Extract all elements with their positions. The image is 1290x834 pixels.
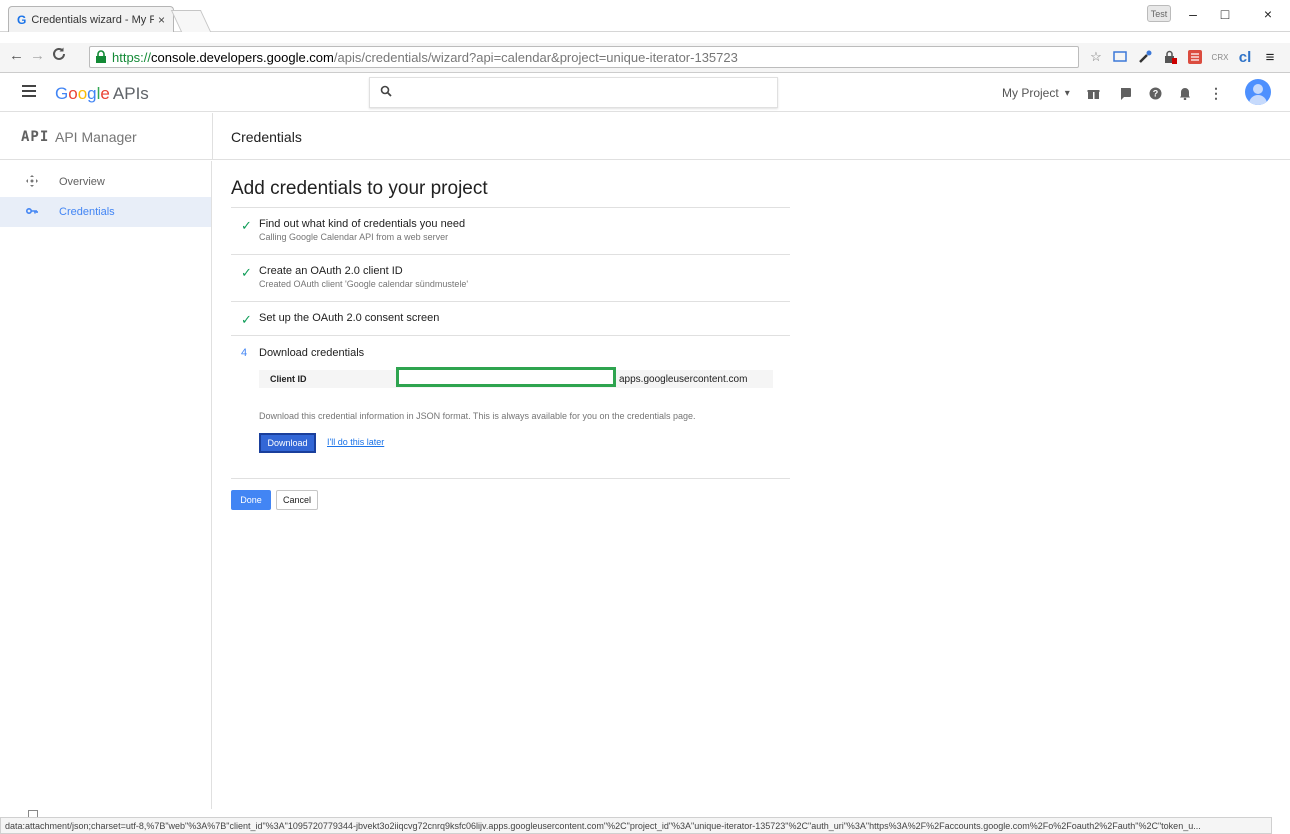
step-number: 4 (241, 347, 248, 359)
step-title: Create an OAuth 2.0 client ID (259, 265, 403, 277)
browser-titlebar: G Credentials wizard - My P × Test – □ × (0, 0, 1290, 32)
key-icon (25, 206, 39, 218)
notifications-icon[interactable] (1177, 85, 1193, 101)
extension-lock-icon[interactable] (1160, 47, 1180, 67)
reload-icon[interactable] (51, 46, 67, 66)
step-title: Find out what kind of credentials you ne… (259, 218, 466, 230)
sub-header: API API Manager Credentials (0, 113, 1290, 160)
chevron-down-icon: ▾ (1064, 87, 1070, 99)
help-icon[interactable]: ? (1147, 85, 1163, 101)
browser-toolbar: ← → https://console.developers.google.co… (0, 43, 1290, 73)
done-button[interactable]: Done (231, 490, 271, 510)
svg-text:?: ? (1152, 88, 1158, 98)
project-selector[interactable]: My Project ▾ (1002, 86, 1070, 100)
forward-arrow-icon[interactable]: → (30, 47, 45, 64)
gift-icon[interactable] (1085, 85, 1101, 101)
checkmark-icon: ✓ (241, 265, 252, 280)
google-apis-logo[interactable]: Google APIs (55, 84, 149, 104)
url-host: console.developers.google.com (151, 49, 334, 65)
step-title: Download credentials (259, 347, 365, 359)
sidebar-item-label: Overview (59, 176, 105, 188)
client-id-label: Client ID (270, 374, 307, 384)
search-input[interactable] (400, 85, 777, 100)
sidebar-item-label: Credentials (59, 206, 115, 218)
url-path: /apis/credentials/wizard?api=calendar&pr… (333, 49, 738, 65)
extension-crx-icon[interactable]: CRX (1210, 47, 1230, 67)
step-subtitle: Created OAuth client 'Google calendar sü… (259, 279, 469, 289)
url-scheme: https:// (112, 49, 152, 65)
minimize-button[interactable]: – (1178, 6, 1208, 22)
client-id-suffix: apps.googleusercontent.com (619, 373, 748, 385)
checkmark-icon: ✓ (241, 312, 252, 327)
address-bar[interactable]: https://console.developers.google.com/ap… (89, 46, 1079, 68)
extension-screen-icon[interactable] (1110, 47, 1130, 67)
browser-tab[interactable]: G Credentials wizard - My P × (8, 6, 174, 32)
main-menu-icon[interactable] (22, 85, 36, 99)
sidebar-item-overview[interactable]: Overview (0, 167, 211, 197)
close-window-button[interactable]: × (1253, 6, 1283, 22)
api-manager-title: API Manager (55, 129, 137, 145)
extension-cd-icon[interactable]: cl (1235, 47, 1255, 67)
divider (231, 478, 790, 479)
wizard-step-2[interactable]: ✓ Create an OAuth 2.0 client ID Created … (231, 254, 790, 301)
wizard-step-4: 4 Download credentials (231, 335, 790, 478)
search-icon (380, 85, 392, 100)
client-id-highlight[interactable] (396, 367, 616, 387)
avatar[interactable] (1245, 79, 1271, 105)
bookmark-star-icon[interactable]: ☆ (1086, 47, 1106, 67)
checkmark-icon: ✓ (241, 218, 252, 233)
wizard-step-3[interactable]: ✓ Set up the OAuth 2.0 consent screen (231, 301, 790, 335)
project-name: My Project (1002, 86, 1059, 100)
extension-eyedropper-icon[interactable] (1135, 47, 1155, 67)
feedback-icon[interactable] (1117, 85, 1133, 101)
status-bar: data:attachment/json;charset=utf-8,%7B"w… (0, 817, 1272, 834)
extension-todoist-icon[interactable] (1185, 47, 1205, 67)
cancel-button[interactable]: Cancel (276, 490, 318, 510)
tab-title: Credentials wizard - My P (31, 13, 154, 26)
step-subtitle: Calling Google Calendar API from a web s… (259, 232, 449, 242)
download-note: Download this credential information in … (259, 411, 696, 421)
chrome-menu-icon[interactable]: ≡ (1260, 47, 1280, 67)
brand-apis: APIs (112, 84, 149, 103)
new-tab-button[interactable] (170, 10, 212, 32)
page-title: Credentials (231, 129, 302, 145)
do-later-link[interactable]: I'll do this later (327, 437, 384, 447)
wizard-title: Add credentials to your project (231, 178, 488, 199)
app-header: Google APIs My Project ▾ ? ⋮ (0, 75, 1290, 112)
close-tab-icon[interactable]: × (158, 13, 165, 27)
maximize-button[interactable]: □ (1210, 6, 1240, 22)
header-divider (212, 113, 213, 160)
sidebar-item-credentials[interactable]: Credentials (0, 197, 211, 227)
profile-badge[interactable]: Test (1147, 5, 1171, 22)
api-manager-logo: API (21, 129, 50, 145)
client-id-row: Client ID apps.googleusercontent.com (259, 367, 773, 388)
more-options-icon[interactable]: ⋮ (1208, 85, 1224, 101)
download-button[interactable]: Download (259, 433, 316, 453)
wizard-step-1[interactable]: ✓ Find out what kind of credentials you … (231, 207, 790, 254)
sidebar: Overview Credentials (0, 161, 212, 809)
search-box[interactable] (369, 77, 778, 108)
step-title: Set up the OAuth 2.0 consent screen (259, 312, 440, 324)
lock-icon (94, 50, 108, 64)
google-favicon-icon: G (17, 12, 27, 27)
page: G Credentials wizard - My P × Test – □ ×… (0, 0, 1290, 834)
overview-icon (25, 174, 39, 190)
back-arrow-icon[interactable]: ← (9, 47, 24, 64)
